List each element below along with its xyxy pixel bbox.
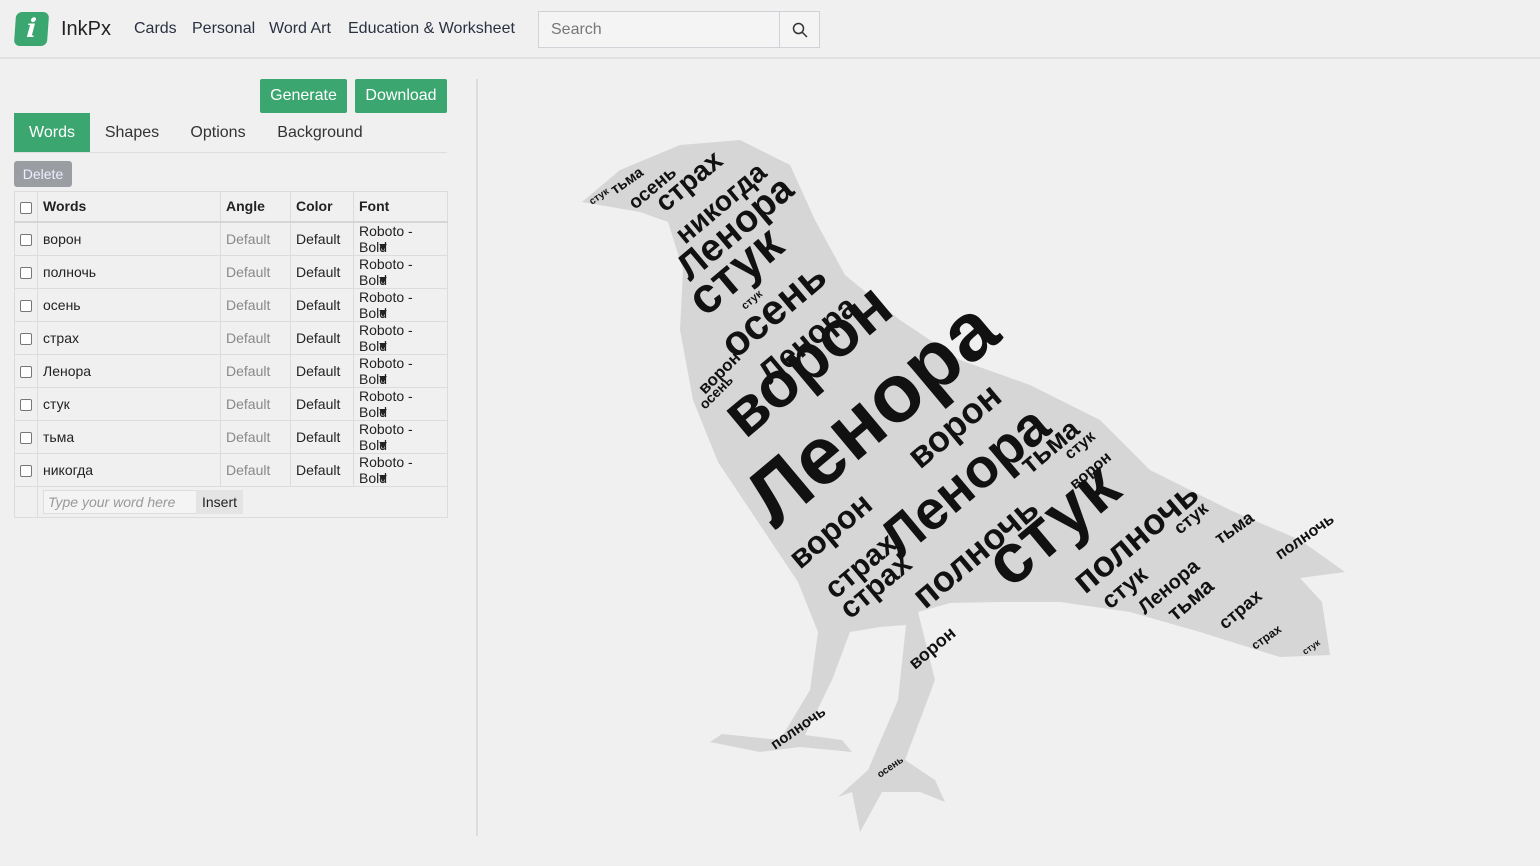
word-cloud-canvas: стуктьмаосеньстрахникогдаЛенорастукстуко… (582, 140, 1345, 832)
